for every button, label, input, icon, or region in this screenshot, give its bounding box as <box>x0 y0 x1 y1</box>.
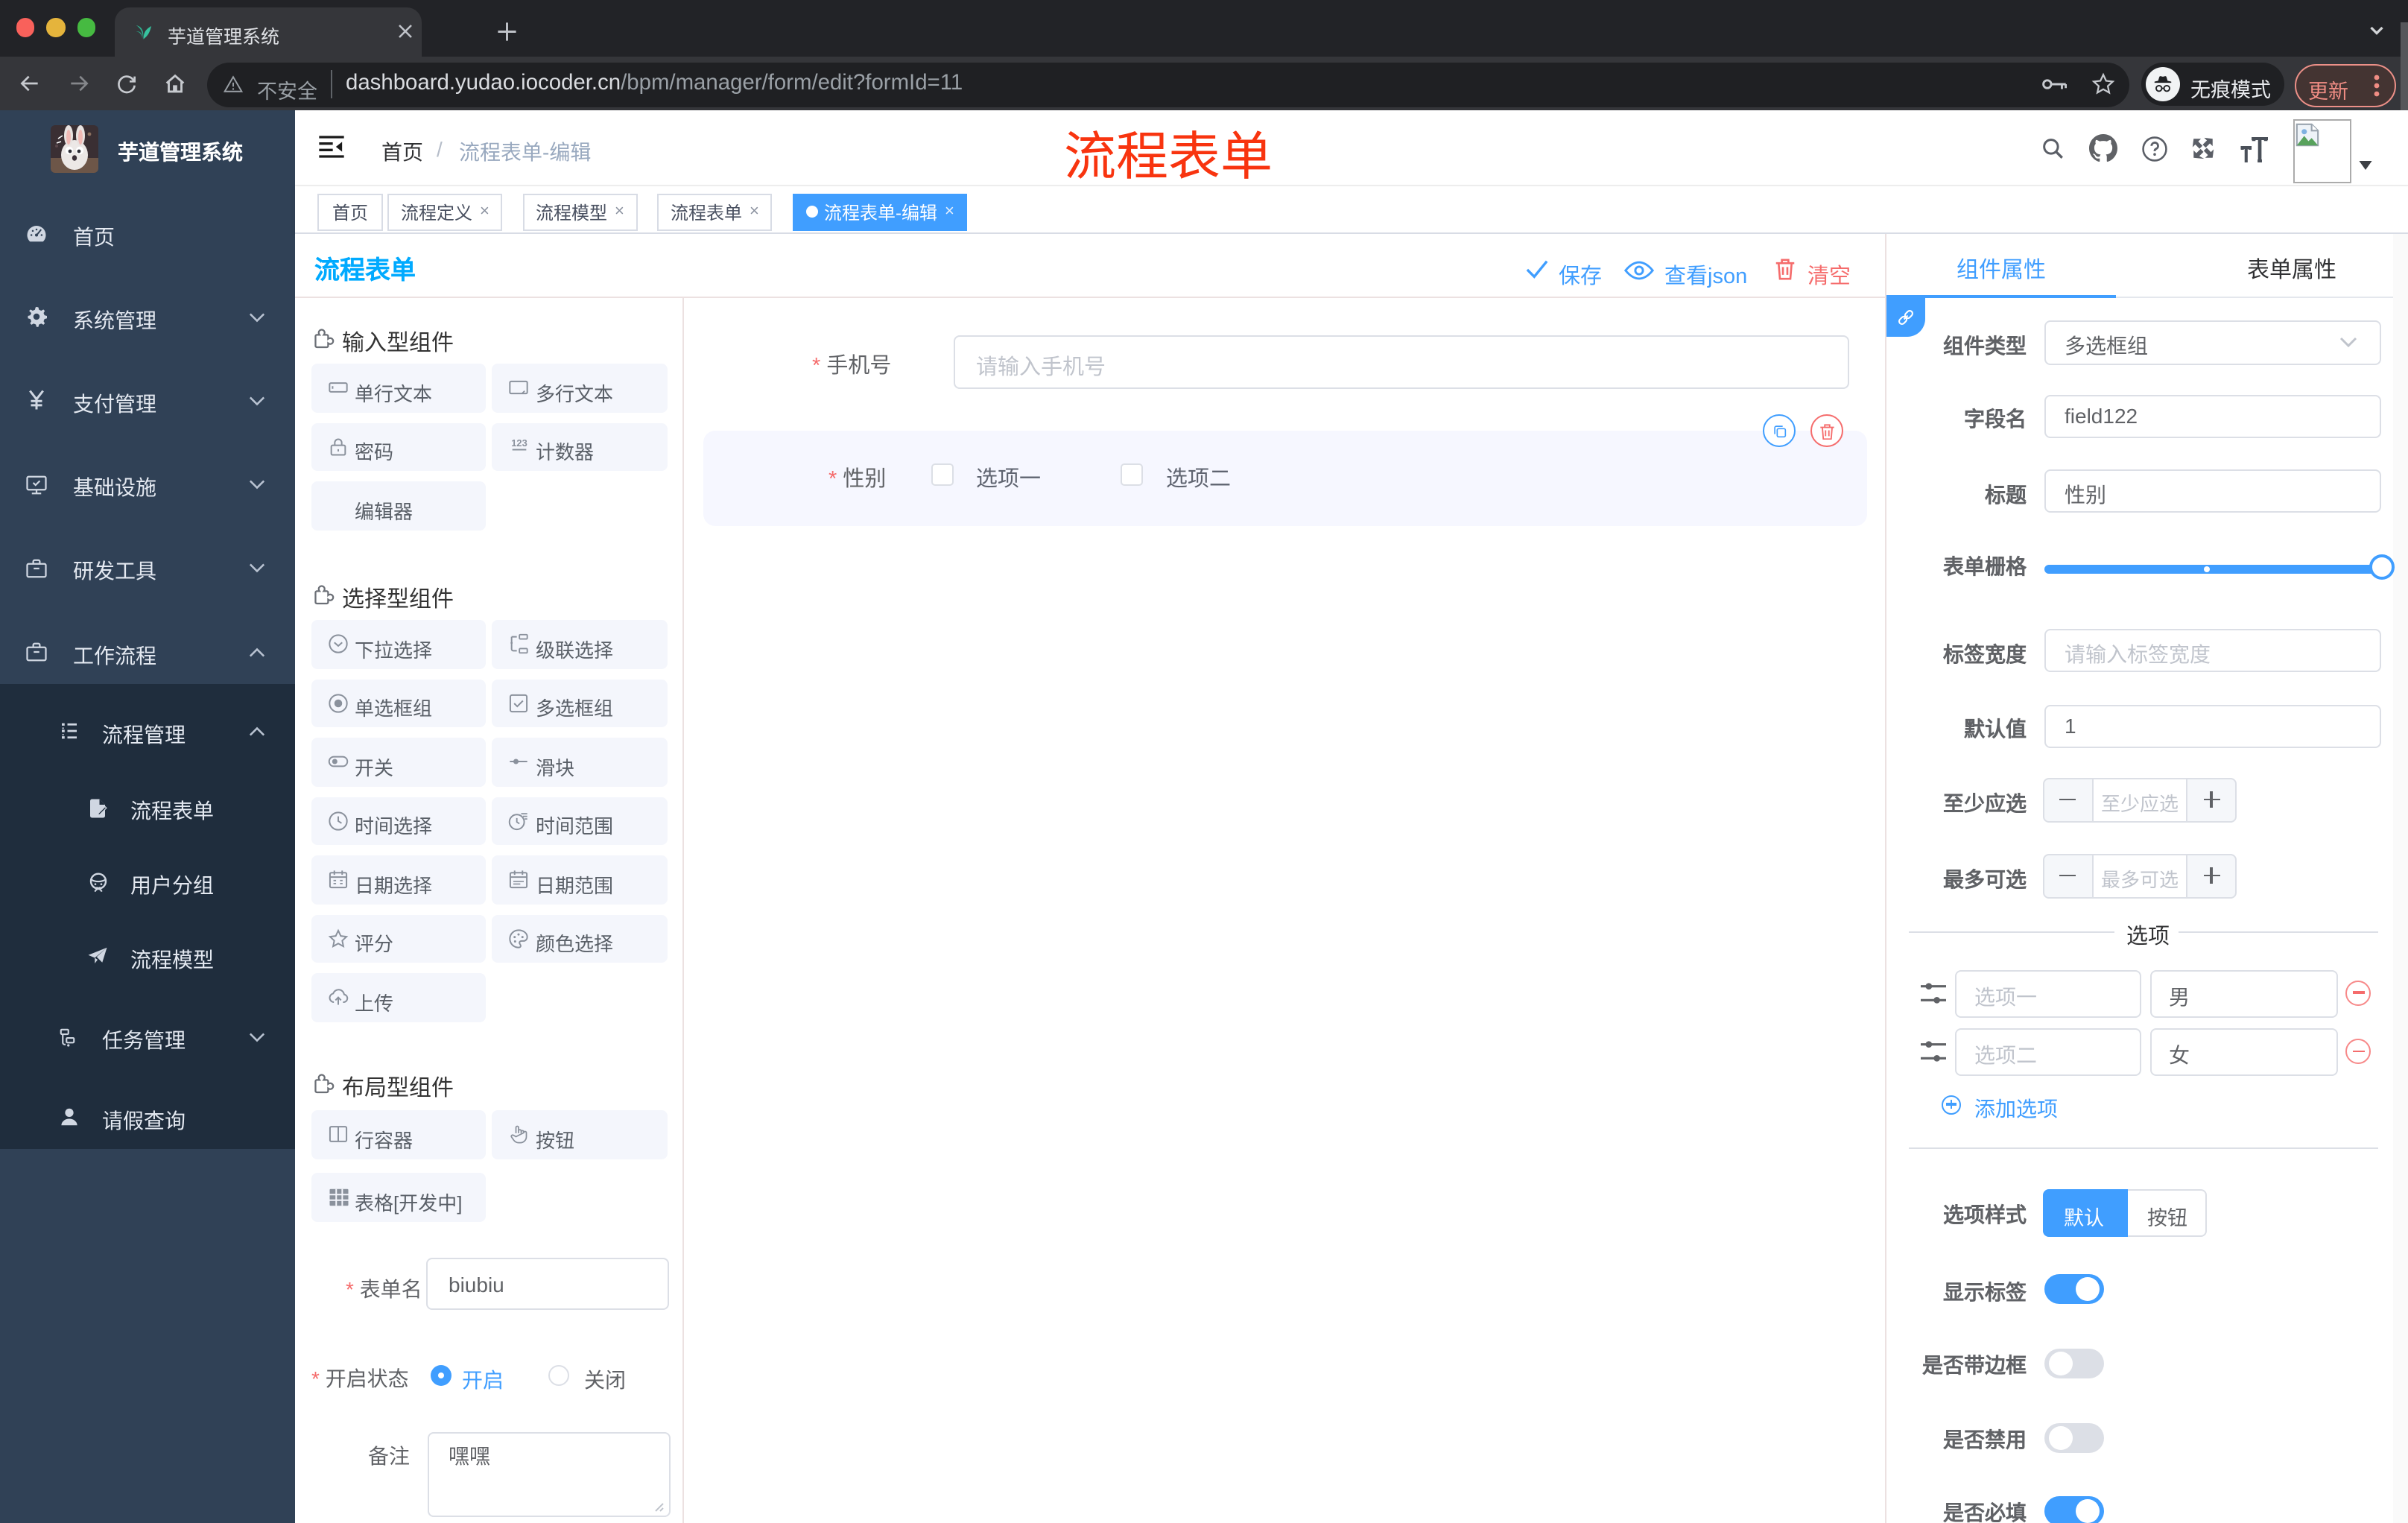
svg-text:123: 123 <box>511 437 527 448</box>
